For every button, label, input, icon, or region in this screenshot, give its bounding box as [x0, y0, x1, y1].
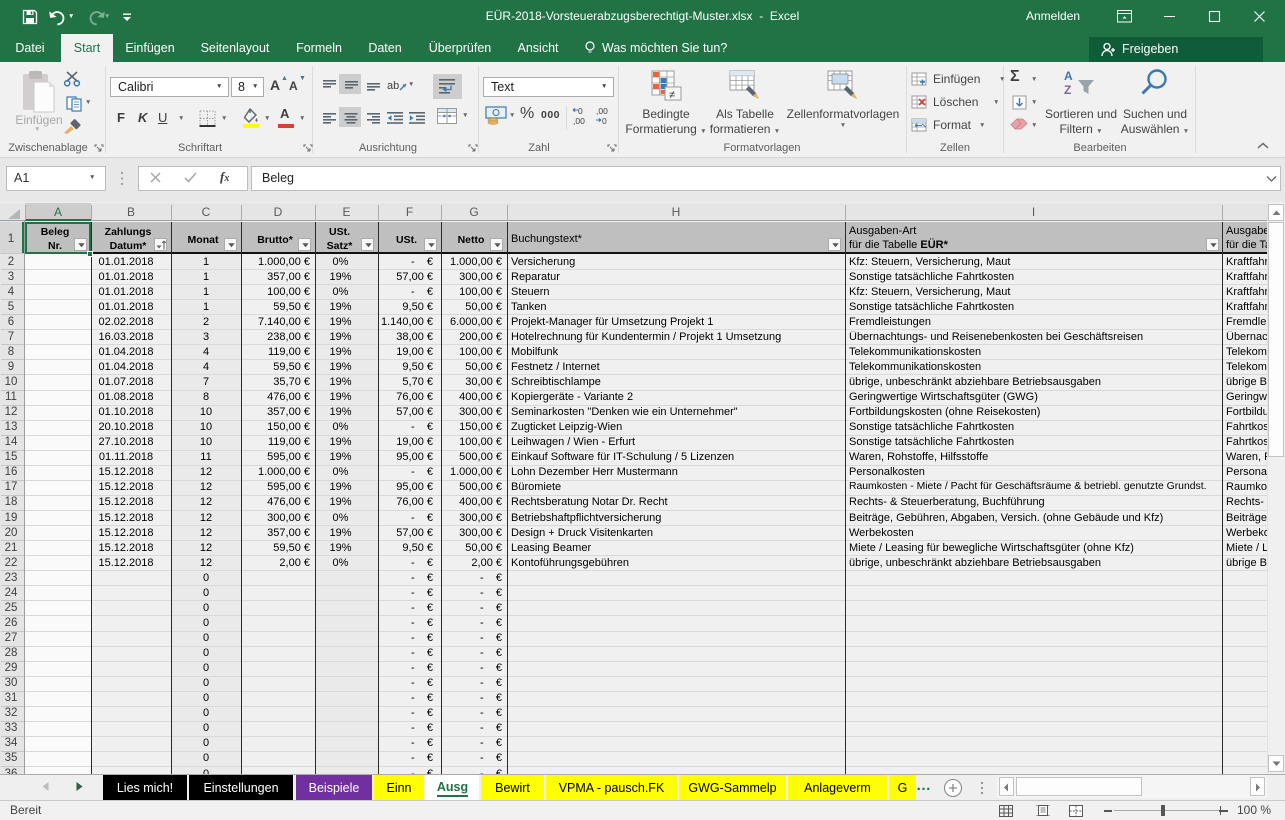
svg-text:≠: ≠	[669, 89, 675, 101]
svg-text:,00: ,00	[573, 116, 585, 126]
svg-text:Z: Z	[1064, 83, 1071, 97]
svg-text:0: 0	[578, 106, 583, 116]
svg-text:A: A	[1064, 69, 1073, 83]
svg-text:ab: ab	[387, 80, 399, 92]
